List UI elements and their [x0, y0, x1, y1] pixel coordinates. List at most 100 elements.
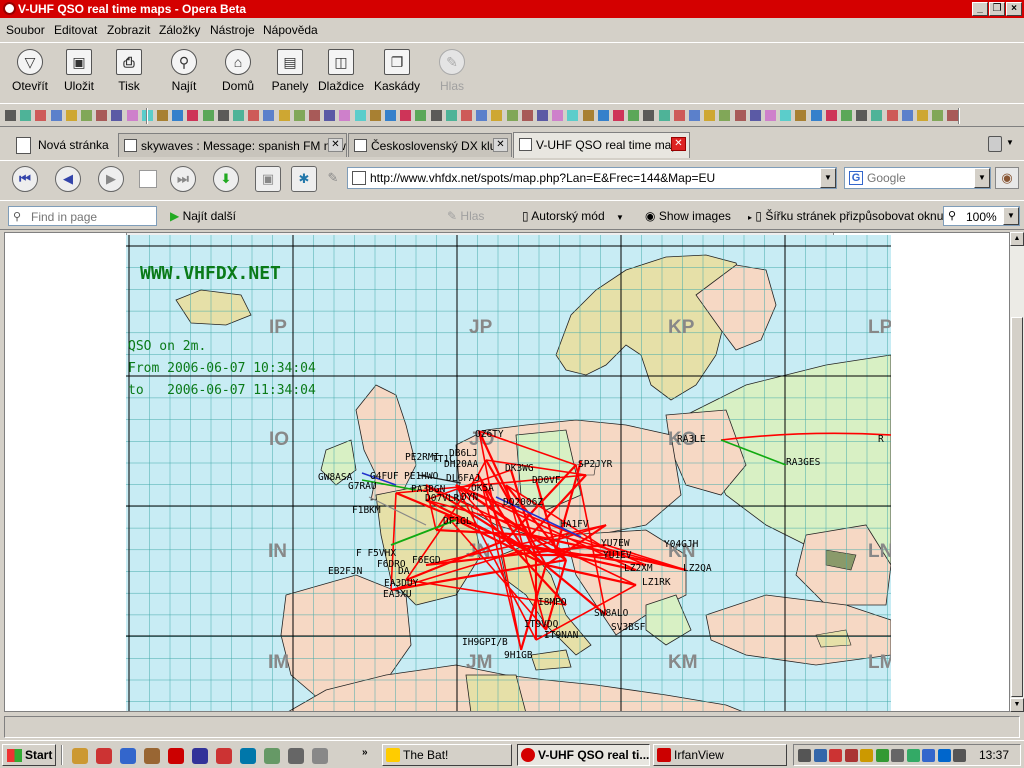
tray-icon[interactable] [937, 749, 951, 762]
tray-icon[interactable] [844, 749, 858, 762]
bookmark-icon[interactable] [309, 110, 320, 121]
voice-button[interactable]: ✎ Hlas [427, 47, 477, 99]
bookmark-icon[interactable] [658, 110, 670, 121]
bookmark-icon[interactable] [157, 110, 168, 121]
close-tab-icon[interactable]: ✕ [493, 138, 508, 152]
zoom-select[interactable]: ⚲ 100% ▼ [943, 206, 1020, 226]
bookmark-icon[interactable] [537, 110, 548, 121]
bookmark-icon[interactable] [582, 110, 594, 121]
bookmark-icon[interactable] [20, 110, 32, 121]
bookmark-icon[interactable] [217, 110, 229, 121]
bookmark-icon[interactable] [643, 110, 655, 121]
bookmark-icon[interactable] [704, 110, 716, 121]
bookmark-icon[interactable] [765, 110, 776, 121]
bookmark-icon[interactable] [506, 110, 518, 121]
bookmark-icon[interactable] [415, 110, 427, 121]
tab-skywaves[interactable]: skywaves : Message: spanish FM now ✕ [118, 133, 347, 157]
menu-file[interactable]: Soubor [6, 23, 45, 37]
bookmark-icon[interactable] [689, 110, 700, 121]
save-button[interactable]: ▣ Uložit [54, 47, 104, 99]
tray-icon[interactable] [829, 749, 842, 762]
reload-button[interactable]: ⬇ [213, 166, 239, 192]
bookmark-icon[interactable] [749, 110, 761, 121]
tab-csdx[interactable]: Československý DX klub ✕ [348, 133, 512, 157]
bookmark-icon[interactable] [248, 110, 260, 121]
open-button[interactable]: ▽ Otevřít [5, 47, 55, 99]
quick-launch-icon[interactable] [168, 748, 184, 764]
bookmark-icon[interactable] [263, 110, 275, 121]
forward-button[interactable]: ▶ [98, 166, 124, 192]
menu-help[interactable]: Nápověda [263, 23, 318, 37]
close-button[interactable]: × [1006, 2, 1022, 16]
tray-icon[interactable] [860, 749, 873, 762]
bookmark-icon[interactable] [187, 110, 199, 121]
wand-button[interactable]: ✱ [291, 166, 317, 192]
bookmark-icon[interactable] [673, 110, 685, 121]
task-irfanview[interactable]: IrfanView [653, 744, 787, 766]
edit-button[interactable]: ✎ [320, 166, 346, 192]
search-box[interactable]: G ▼ [844, 167, 991, 189]
bookmark-icon[interactable] [795, 110, 807, 121]
bookmark-icon[interactable] [521, 110, 533, 121]
bookmark-icon[interactable] [597, 110, 609, 121]
bookmark-icon[interactable] [552, 110, 564, 121]
scroll-down-icon[interactable]: ▼ [1010, 698, 1024, 712]
quick-launch-icon[interactable] [144, 748, 160, 764]
menu-bookmarks[interactable]: Záložky [159, 23, 200, 37]
scroll-thumb[interactable] [1011, 317, 1023, 697]
author-mode-button[interactable]: ▯ Autorský mód ▼ [522, 209, 624, 223]
tray-icon[interactable] [922, 749, 935, 762]
find-in-page-field[interactable]: ⚲ [8, 206, 157, 226]
scroll-up-icon[interactable]: ▲ [1010, 232, 1024, 246]
address-input[interactable] [370, 171, 818, 185]
bookmark-icon[interactable] [65, 110, 77, 121]
bookmark-icon[interactable] [613, 110, 624, 121]
menu-edit[interactable]: Editovat [54, 23, 97, 37]
bookmark-icon[interactable] [461, 110, 472, 121]
bookmark-icon[interactable] [81, 110, 92, 121]
bookmark-icon[interactable] [491, 110, 503, 121]
new-page-button[interactable]: Nová stránka [10, 133, 109, 157]
fit-to-width-button[interactable]: ▸ ▯ Šířku stránek přizpůsobovat oknu [748, 209, 943, 223]
trash-dropdown-icon[interactable]: ▼ [1006, 138, 1014, 147]
restore-button[interactable]: ❐ [989, 2, 1005, 16]
bookmark-icon[interactable] [901, 110, 913, 121]
trash-icon[interactable] [988, 136, 1002, 152]
tab-vhf-maps[interactable]: V-UHF QSO real time maps ✕ [513, 132, 690, 158]
bookmark-icon[interactable] [628, 110, 640, 121]
zoom-dropdown-icon[interactable]: ▼ [1003, 207, 1019, 225]
quick-launch-icon[interactable] [120, 748, 136, 764]
bookmark-icon[interactable] [810, 110, 822, 121]
minimize-button[interactable]: _ [972, 2, 988, 16]
show-images-button[interactable]: ◉ Show images [645, 209, 731, 223]
bookmark-icon[interactable] [233, 110, 244, 121]
vertical-scrollbar[interactable]: ▲ ▼ [1010, 232, 1024, 712]
quick-launch-icon[interactable] [240, 748, 256, 764]
fast-forward-button[interactable]: ⏭ [170, 166, 196, 192]
bookmark-icon[interactable] [734, 110, 746, 121]
find-button[interactable]: ⚲ Najít [159, 47, 209, 99]
address-dropdown-icon[interactable]: ▼ [820, 168, 836, 188]
bookmark-icon[interactable] [841, 110, 852, 121]
page-content[interactable]: IPJPKPLPIOJOKOINJNKNLNIMJMKMLM WWW.VHFDX… [4, 232, 1010, 712]
save-page-button[interactable]: ▣ [255, 166, 281, 192]
bookmark-icon[interactable] [111, 110, 123, 121]
bookmark-icon[interactable] [567, 110, 579, 121]
bookmark-icon[interactable] [369, 110, 381, 121]
bookmark-icon[interactable] [202, 110, 214, 121]
stop-button[interactable] [139, 170, 157, 188]
tray-icon[interactable] [953, 749, 966, 762]
bookmark-icon[interactable] [293, 110, 305, 121]
bookmark-icon[interactable] [780, 110, 792, 121]
quick-launch-icon[interactable] [288, 748, 304, 764]
find-next-button[interactable]: ▶ Najít další [170, 209, 236, 223]
home-button[interactable]: ⌂ Domů [213, 47, 263, 99]
find-in-page-input[interactable] [31, 210, 151, 224]
bookmark-icon[interactable] [278, 110, 290, 121]
back-button[interactable]: ◀ [55, 166, 81, 192]
bookmark-icon[interactable] [50, 110, 62, 121]
task-opera[interactable]: V-UHF QSO real ti... [517, 744, 650, 766]
close-tab-icon[interactable]: ✕ [671, 137, 686, 151]
bookmark-icon[interactable] [400, 110, 412, 121]
task-the-bat[interactable]: The Bat! [382, 744, 512, 766]
